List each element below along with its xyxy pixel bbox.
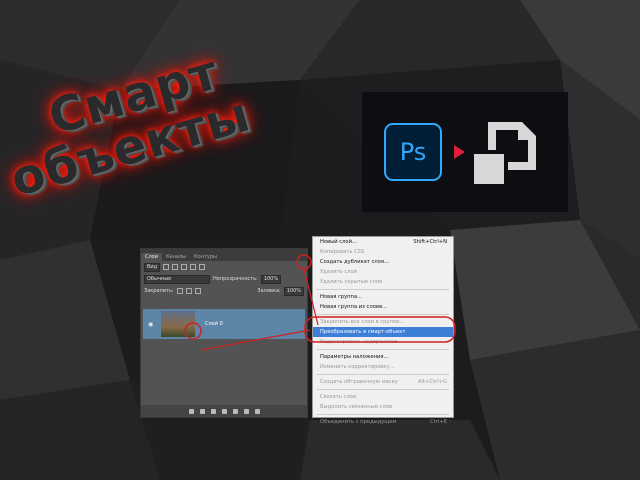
highlight-circle [296, 254, 312, 270]
annotation-overlay [184, 254, 456, 351]
highlight-oval [304, 316, 456, 343]
annotation-line [201, 329, 311, 351]
highlight-circle [184, 322, 202, 340]
